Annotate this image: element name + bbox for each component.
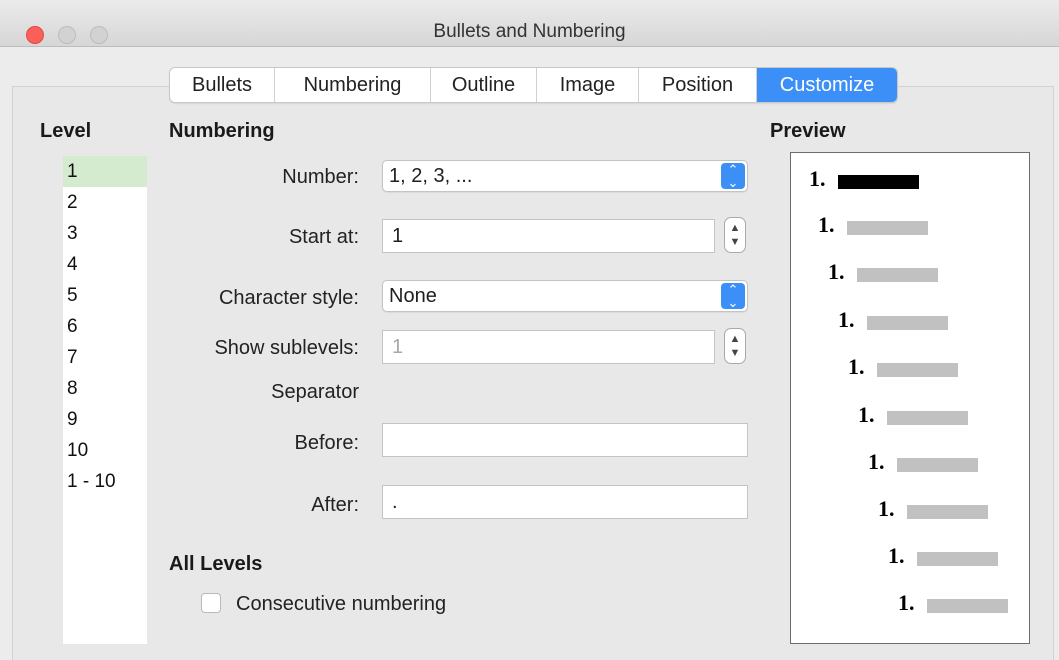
- stepper-down-icon[interactable]: ▼: [725, 346, 745, 360]
- preview-text-bar: [907, 505, 988, 519]
- start-at-label: Start at:: [288, 226, 359, 248]
- after-input[interactable]: .: [382, 485, 748, 519]
- level-item-6[interactable]: 6: [63, 311, 147, 342]
- level-item-5[interactable]: 5: [63, 280, 147, 311]
- preview-text-bar: [927, 599, 1008, 613]
- consecutive-numbering-label[interactable]: Consecutive numbering: [236, 593, 446, 616]
- preview-text-bar: [847, 221, 928, 235]
- show-sublevels-input: 1: [382, 330, 715, 364]
- after-label: After:: [311, 494, 359, 516]
- tab-image[interactable]: Image: [537, 68, 639, 102]
- consecutive-numbering-checkbox[interactable]: [201, 593, 221, 613]
- preview-heading: Preview: [770, 120, 846, 142]
- preview-number: 1.: [878, 496, 895, 521]
- level-item-3[interactable]: 3: [63, 218, 147, 249]
- number-format-select[interactable]: 1, 2, 3, ... ⌃ ⌄: [382, 160, 748, 192]
- tab-outline[interactable]: Outline: [431, 68, 537, 102]
- preview-text-bar: [887, 411, 968, 425]
- preview-number: 1.: [898, 590, 915, 615]
- before-label: Before:: [294, 432, 359, 454]
- numbering-heading: Numbering: [169, 120, 275, 142]
- preview-number: 1.: [848, 354, 865, 379]
- preview-number: 1.: [818, 212, 835, 237]
- show-sublevels-stepper[interactable]: ▲ ▼: [724, 328, 746, 364]
- level-item-1[interactable]: 1: [63, 156, 147, 187]
- level-item-4[interactable]: 4: [63, 249, 147, 280]
- number-format-value: 1, 2, 3, ...: [389, 165, 473, 187]
- level-heading: Level: [40, 120, 92, 142]
- preview-text-bar: [877, 363, 958, 377]
- preview-number: 1.: [838, 307, 855, 332]
- window-title: Bullets and Numbering: [433, 21, 626, 42]
- preview-number: 1.: [809, 166, 826, 191]
- after-value: .: [392, 491, 398, 513]
- preview-number: 1.: [868, 449, 885, 474]
- character-style-select[interactable]: None ⌃ ⌄: [382, 280, 748, 312]
- updown-chevron-icon: ⌃ ⌄: [721, 283, 745, 309]
- level-item-7[interactable]: 7: [63, 342, 147, 373]
- before-input[interactable]: [382, 423, 748, 457]
- preview-text-bar: [917, 552, 998, 566]
- level-list[interactable]: 1 2 3 4 5 6 7 8 9 10 1 - 10: [63, 156, 147, 644]
- start-at-stepper[interactable]: ▲ ▼: [724, 217, 746, 253]
- tab-customize[interactable]: Customize: [757, 68, 897, 102]
- character-style-label: Character style:: [218, 287, 359, 309]
- stepper-up-icon[interactable]: ▲: [725, 221, 745, 235]
- level-item-2[interactable]: 2: [63, 187, 147, 218]
- start-at-input[interactable]: 1: [382, 219, 715, 253]
- stepper-down-icon[interactable]: ▼: [725, 235, 745, 249]
- preview-number: 1.: [888, 543, 905, 568]
- preview-text-bar: [838, 175, 919, 189]
- updown-chevron-icon: ⌃ ⌄: [721, 163, 745, 189]
- stepper-up-icon[interactable]: ▲: [725, 332, 745, 346]
- preview-text-bar: [897, 458, 978, 472]
- tab-bullets[interactable]: Bullets: [170, 68, 275, 102]
- level-item-all[interactable]: 1 - 10: [63, 466, 147, 497]
- tab-numbering[interactable]: Numbering: [275, 68, 431, 102]
- start-at-value: 1: [392, 225, 404, 247]
- preview-text-bar: [867, 316, 948, 330]
- level-item-9[interactable]: 9: [63, 404, 147, 435]
- preview-number: 1.: [828, 259, 845, 284]
- character-style-value: None: [389, 285, 437, 307]
- show-sublevels-value: 1: [392, 336, 404, 358]
- level-item-8[interactable]: 8: [63, 373, 147, 404]
- number-label: Number:: [282, 166, 359, 188]
- level-item-10[interactable]: 10: [63, 435, 147, 466]
- show-sublevels-label: Show sublevels:: [214, 337, 359, 359]
- preview-number: 1.: [858, 402, 875, 427]
- tab-position[interactable]: Position: [639, 68, 757, 102]
- preview-text-bar: [857, 268, 938, 282]
- separator-label: Separator: [271, 381, 359, 403]
- all-levels-heading: All Levels: [169, 553, 263, 575]
- title-bar: Bullets and Numbering: [0, 0, 1059, 47]
- tab-bar: Bullets Numbering Outline Image Position…: [169, 67, 898, 103]
- preview-box: 1. 1. 1. 1. 1. 1. 1. 1. 1. 1.: [790, 152, 1030, 644]
